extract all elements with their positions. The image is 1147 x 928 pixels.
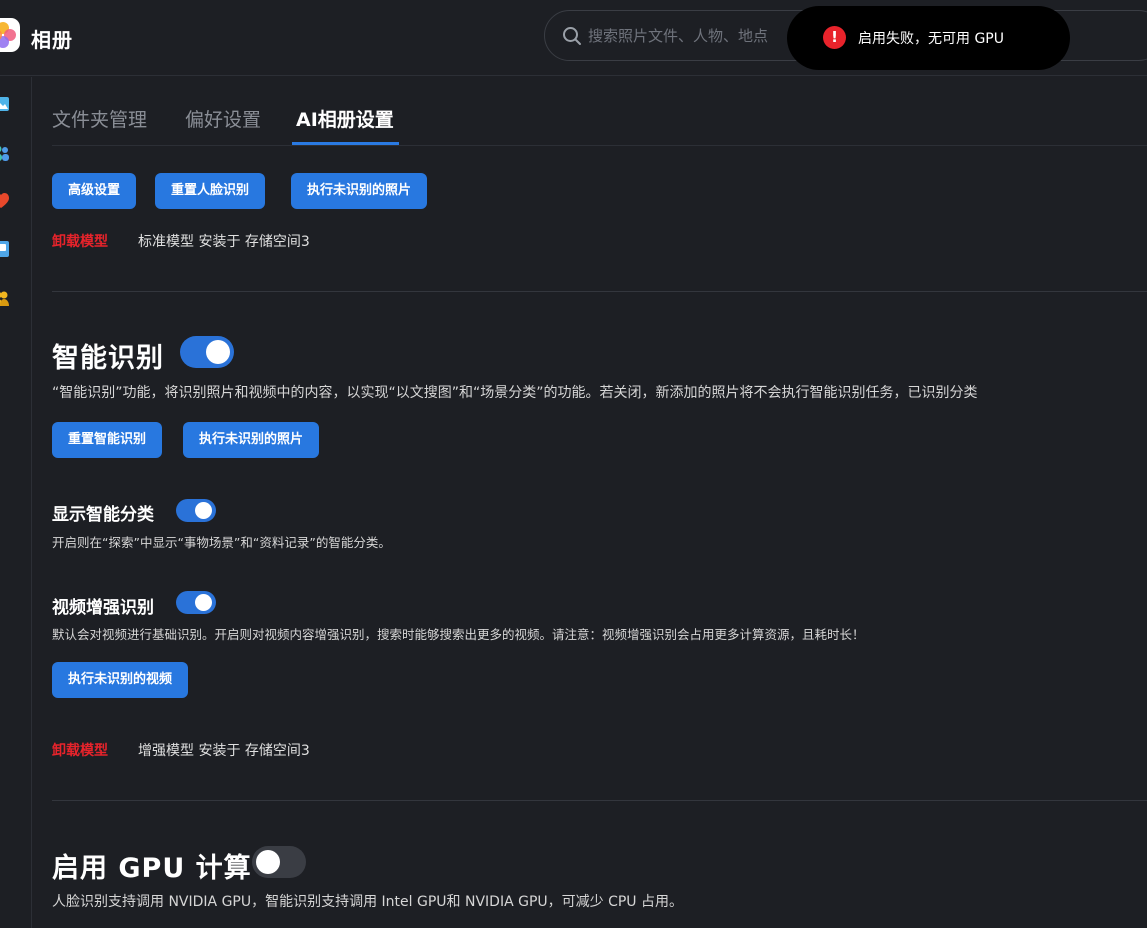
smart-recognition-toggle[interactable] (180, 336, 234, 368)
gpu-compute-title: 启用 GPU 计算 (52, 853, 252, 884)
search-icon (563, 27, 581, 45)
tab-preferences[interactable]: 偏好设置 (185, 105, 261, 132)
section-divider (52, 291, 1147, 292)
app-logo-icon (0, 18, 20, 52)
advanced-settings-button[interactable]: 高级设置 (52, 173, 137, 209)
top-bar: 相册 ! 启用失败，无可用 GPU (0, 0, 1147, 76)
show-category-description: 开启则在“探索”中显示“事物场景”和“资料记录”的智能分类。 (52, 535, 391, 550)
album-icon[interactable] (0, 240, 10, 258)
section-divider (52, 800, 1147, 801)
tab-ai-album-settings[interactable]: AI相册设置 (296, 105, 394, 132)
smart-recognition-title: 智能识别 (52, 343, 164, 374)
gpu-compute-description: 人脸识别支持调用 NVIDIA GPU，智能识别支持调用 Intel GPU和 … (52, 894, 684, 910)
shared-icon[interactable] (0, 289, 10, 307)
show-category-title: 显示智能分类 (52, 505, 154, 525)
people-icon[interactable] (0, 144, 10, 162)
reset-face-recognition-button[interactable]: 重置人脸识别 (155, 173, 266, 209)
settings-tabs: 文件夹管理 偏好设置 AI相册设置 (52, 77, 1147, 146)
photos-icon[interactable] (0, 95, 10, 113)
reset-smart-recognition-button[interactable]: 重置智能识别 (52, 422, 163, 458)
tab-folder-management[interactable]: 文件夹管理 (52, 105, 147, 132)
video-enhance-toggle[interactable] (176, 591, 216, 614)
heart-icon[interactable] (0, 192, 10, 210)
app-title: 相册 (31, 28, 73, 52)
smart-recognition-description: “智能识别”功能，将识别照片和视频中的内容，以实现“以文搜图”和“场景分类”的功… (52, 385, 978, 401)
uninstall-face-model-link[interactable]: 卸载模型 (52, 231, 108, 251)
toast-message: 启用失败，无可用 GPU (858, 31, 1004, 47)
error-icon: ! (823, 26, 846, 49)
video-enhance-title: 视频增强识别 (52, 598, 154, 618)
uninstall-enhanced-model-link[interactable]: 卸载模型 (52, 740, 108, 760)
run-unrecognized-photos-button[interactable]: 执行未识别的照片 (291, 173, 428, 209)
error-toast: ! 启用失败，无可用 GPU (787, 6, 1070, 70)
show-category-toggle[interactable] (176, 499, 216, 522)
gpu-compute-toggle[interactable] (252, 846, 306, 878)
active-tab-indicator (292, 142, 399, 145)
enhanced-model-info: 增强模型 安装于 存储空间3 (138, 743, 310, 759)
run-unrecognized-photos-smart-button[interactable]: 执行未识别的照片 (183, 422, 320, 458)
sidebar (0, 77, 32, 928)
run-unrecognized-videos-button[interactable]: 执行未识别的视频 (52, 662, 189, 698)
video-enhance-description: 默认会对视频进行基础识别。开启则对视频内容增强识别，搜索时能够搜索出更多的视频。… (52, 627, 865, 642)
face-model-info: 标准模型 安装于 存储空间3 (138, 234, 310, 250)
